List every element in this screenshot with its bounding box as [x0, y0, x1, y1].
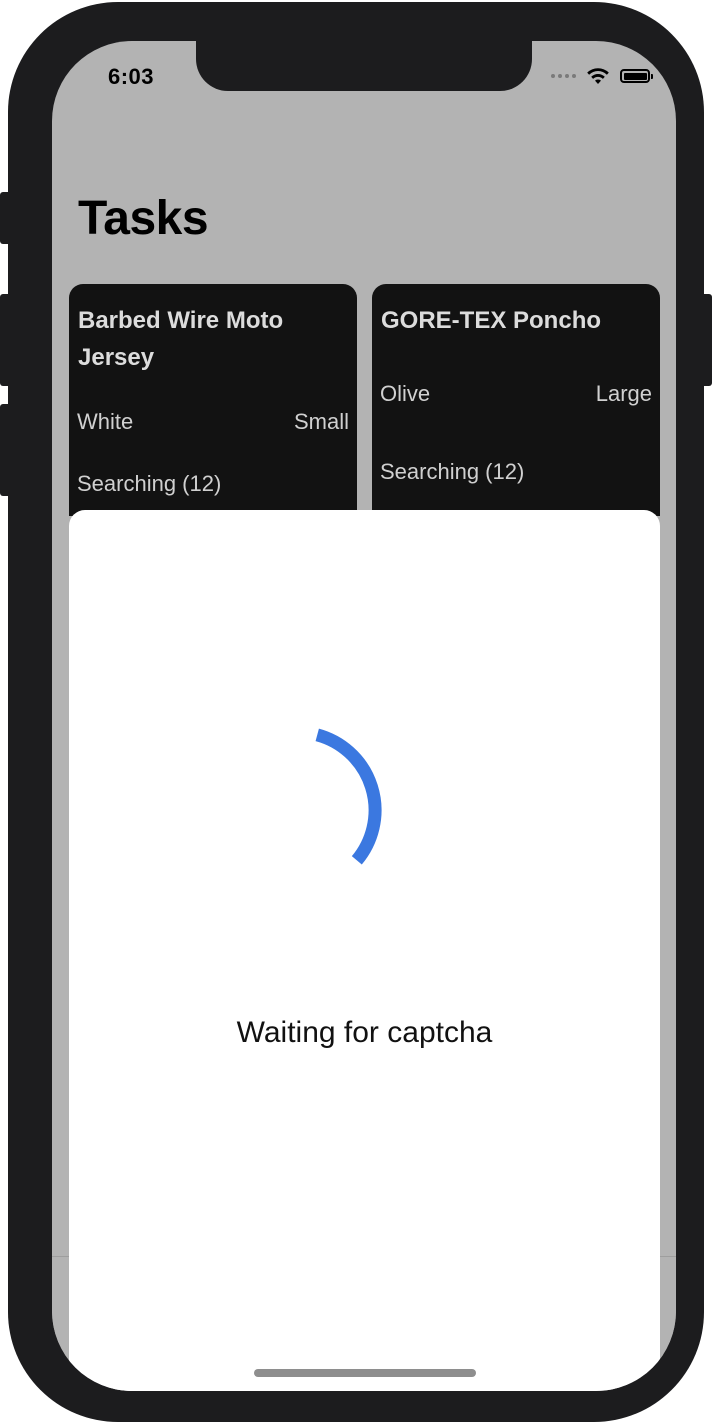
task-card[interactable]: Barbed Wire Moto Jersey White Small Sear… — [69, 284, 357, 544]
mute-switch — [0, 192, 10, 244]
wifi-icon — [587, 68, 609, 84]
task-name: GORE-TEX Poncho — [381, 307, 602, 334]
volume-up-button — [0, 294, 10, 386]
side-button — [702, 294, 712, 386]
cellular-signal-icon — [551, 74, 576, 78]
waiting-message: Waiting for captcha — [236, 1016, 493, 1049]
status-time: 6:03 — [108, 64, 155, 89]
task-status: Searching (12) — [380, 459, 525, 484]
task-name: Barbed Wire Moto Jersey — [78, 307, 284, 371]
task-status: Searching (12) — [77, 471, 222, 496]
status-icons — [551, 67, 653, 85]
page-title: Tasks — [78, 192, 209, 245]
battery-icon — [620, 69, 653, 83]
volume-down-button — [0, 404, 10, 496]
captcha-modal-sheet: Waiting for captcha — [69, 510, 660, 1391]
loading-spinner-icon — [315, 728, 382, 865]
task-color: Olive — [380, 381, 431, 406]
home-indicator — [254, 1369, 476, 1377]
task-color: White — [77, 409, 134, 434]
notch — [196, 41, 532, 91]
screen: 6:03 Tasks Barbed Wire Moto Jersey White… — [52, 41, 676, 1391]
task-card[interactable]: GORE-TEX Poncho Olive Large Searching (1… — [372, 284, 660, 544]
task-size: Large — [595, 381, 652, 406]
task-size: Small — [293, 409, 349, 434]
phone-frame: 6:03 Tasks Barbed Wire Moto Jersey White… — [0, 2, 712, 1422]
